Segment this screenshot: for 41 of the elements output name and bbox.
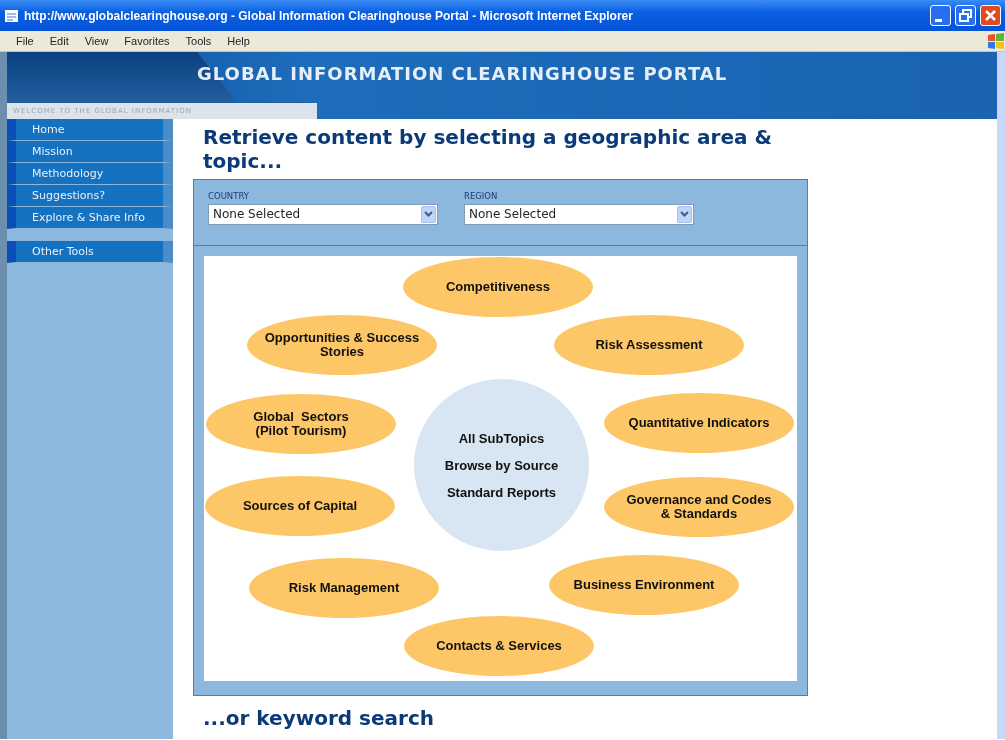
center-link[interactable]: Standard Reports: [446, 484, 557, 500]
sidebar-link[interactable]: Suggestions?: [7, 185, 173, 207]
restore-icon: [956, 6, 975, 25]
sidebar-link[interactable]: Explore & Share Info: [7, 207, 173, 229]
close-button[interactable]: [980, 5, 1001, 26]
topic-link[interactable]: Contacts & Services: [404, 616, 594, 676]
field-label: COUNTRY: [208, 190, 250, 203]
center-link[interactable]: Browse by Source: [444, 457, 559, 473]
topic-link[interactable]: Governance and Codes & Standards: [604, 477, 794, 537]
topic-link[interactable]: Sources of Capital: [205, 476, 395, 536]
field-label: REGION: [464, 190, 499, 203]
menu-item[interactable]: Edit: [41, 35, 77, 47]
center-link[interactable]: All SubTopics: [458, 430, 545, 446]
page-heading: Retrieve content by selecting a geographic area & topic...: [203, 125, 773, 173]
sidebar-link[interactable]: Other Tools: [7, 241, 173, 263]
topic-link[interactable]: Quantitative Indicators: [604, 393, 794, 453]
menu-item[interactable]: View: [76, 35, 117, 47]
scrollbar[interactable]: [997, 52, 1005, 739]
sidebar-link[interactable]: Methodology: [7, 163, 173, 185]
window-title: http://www.globalclearinghouse.org - Global Information Clearinghouse Portal - Microsoft Internet Explorer: [24, 8, 634, 23]
topic-link[interactable]: Business Environment: [549, 555, 739, 615]
menu-item[interactable]: Favorites: [116, 35, 178, 47]
dropdown-field[interactable]: None Selected: [464, 203, 694, 225]
topic-link[interactable]: Competitiveness: [403, 257, 593, 317]
sidebar-link[interactable]: Home: [7, 119, 173, 141]
minimize-icon: [934, 18, 942, 22]
windows-logo: [987, 33, 1005, 49]
topic-link[interactable]: Opportunities & Success Stories: [247, 315, 437, 375]
sidebar-link[interactable]: Mission: [7, 141, 173, 163]
menu-item[interactable]: File: [8, 35, 42, 47]
minimize-button[interactable]: [930, 5, 951, 26]
topic-link[interactable]: Risk Assessment: [554, 315, 744, 375]
restore-button[interactable]: [955, 5, 976, 26]
menu-item[interactable]: Help: [219, 35, 258, 47]
topic-link[interactable]: Risk Management: [249, 558, 439, 618]
topic-link[interactable]: Global Sectors (Pilot Tourism): [206, 394, 396, 454]
section-heading: ...or keyword search: [203, 706, 435, 730]
banner-title: GLOBAL INFORMATION CLEARINGHOUSE PORTAL: [197, 63, 728, 84]
menu-item[interactable]: Tools: [177, 35, 220, 47]
dropdown-field[interactable]: None Selected: [208, 203, 438, 225]
browser-icon: [4, 7, 20, 24]
